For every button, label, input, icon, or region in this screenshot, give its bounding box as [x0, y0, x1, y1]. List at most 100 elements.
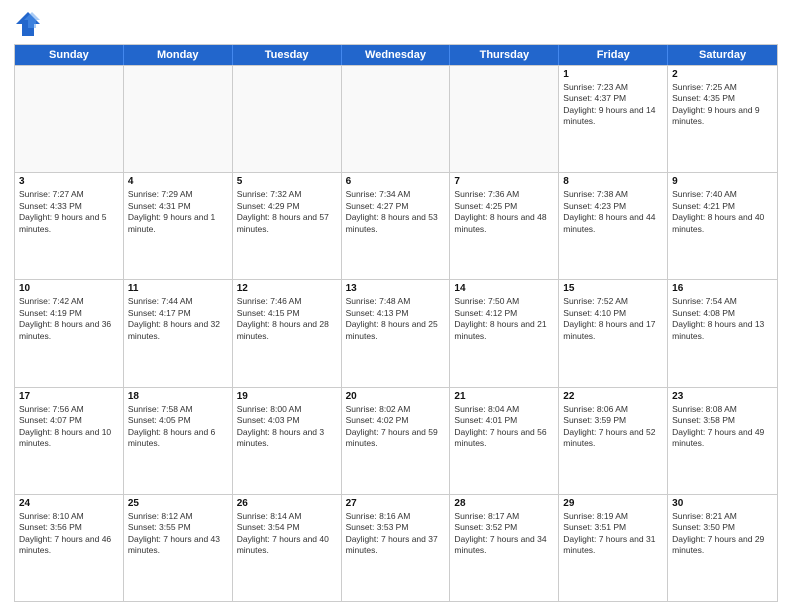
cal-cell-day-9: 9 Sunrise: 7:40 AMSunset: 4:21 PMDaylight… [668, 173, 777, 279]
cal-cell-day-28: 28 Sunrise: 8:17 AMSunset: 3:52 PMDayligh… [450, 495, 559, 601]
cal-cell-day-14: 14Sunrise: 7:50 AMSunset: 4:12 PMDayligh… [450, 280, 559, 386]
day-number: 21 [454, 391, 554, 402]
day-number: 25 [128, 498, 228, 509]
day-number: 19 [237, 391, 337, 402]
day-info: Sunrise: 8:00 AMSunset: 4:03 PMDaylight:… [237, 404, 337, 450]
day-info: Sunrise: 7:42 AMSunset: 4:19 PMDaylight:… [19, 296, 119, 342]
day-info: Sunrise: 8:14 AMSunset: 3:54 PMDaylight:… [237, 511, 337, 557]
cal-week-5: 24Sunrise: 8:10 AMSunset: 3:56 PMDayligh… [15, 494, 777, 601]
cal-cell-day-4: 4 Sunrise: 7:29 AMSunset: 4:31 PMDaylight… [124, 173, 233, 279]
day-number: 17 [19, 391, 119, 402]
cal-header-sunday: Sunday [15, 45, 124, 65]
day-info: Sunrise: 7:36 AMSunset: 4:25 PMDaylight:… [454, 189, 554, 235]
day-info: Sunrise: 8:02 AMSunset: 4:02 PMDaylight:… [346, 404, 446, 450]
cal-cell-day-16: 16 Sunrise: 7:54 AMSunset: 4:08 PMDayligh… [668, 280, 777, 386]
day-info: Sunrise: 8:06 AMSunset: 3:59 PMDaylight:… [563, 404, 663, 450]
cal-cell-day-18: 18 Sunrise: 7:58 AMSunset: 4:05 PMDayligh… [124, 388, 233, 494]
day-info: Sunrise: 7:34 AMSunset: 4:27 PMDaylight:… [346, 189, 446, 235]
day-info: Sunrise: 7:54 AMSunset: 4:08 PMDaylight:… [672, 296, 773, 342]
day-info: Sunrise: 8:08 AMSunset: 3:58 PMDaylight:… [672, 404, 773, 450]
day-info: Sunrise: 8:04 AMSunset: 4:01 PMDaylight:… [454, 404, 554, 450]
cal-cell-day-17: 17 Sunrise: 7:56 AMSunset: 4:07 PMDayligh… [15, 388, 124, 494]
cal-cell-empty [342, 66, 451, 172]
day-number: 2 [672, 69, 773, 80]
cal-cell-day-13: 13Sunrise: 7:48 AMSunset: 4:13 PMDayligh… [342, 280, 451, 386]
day-info: Sunrise: 7:44 AMSunset: 4:17 PMDaylight:… [128, 296, 228, 342]
day-info: Sunrise: 7:50 AMSunset: 4:12 PMDaylight:… [454, 296, 554, 342]
day-number: 7 [454, 176, 554, 187]
day-number: 10 [19, 283, 119, 294]
cal-week-3: 10 Sunrise: 7:42 AMSunset: 4:19 PMDayligh… [15, 279, 777, 386]
day-number: 28 [454, 498, 554, 509]
day-info: Sunrise: 7:32 AMSunset: 4:29 PMDaylight:… [237, 189, 337, 235]
cal-cell-day-20: 20 Sunrise: 8:02 AMSunset: 4:02 PMDayligh… [342, 388, 451, 494]
day-info: Sunrise: 7:56 AMSunset: 4:07 PMDaylight:… [19, 404, 119, 450]
day-number: 22 [563, 391, 663, 402]
cal-cell-day-29: 29Sunrise: 8:19 AMSunset: 3:51 PMDayligh… [559, 495, 668, 601]
page: SundayMondayTuesdayWednesdayThursdayFrid… [0, 0, 792, 612]
day-info: Sunrise: 8:16 AMSunset: 3:53 PMDaylight:… [346, 511, 446, 557]
cal-cell-day-12: 12 Sunrise: 7:46 AMSunset: 4:15 PMDayligh… [233, 280, 342, 386]
cal-cell-day-1: 1Sunrise: 7:23 AMSunset: 4:37 PMDaylight… [559, 66, 668, 172]
day-number: 18 [128, 391, 228, 402]
cal-cell-day-3: 3 Sunrise: 7:27 AMSunset: 4:33 PMDaylight… [15, 173, 124, 279]
day-number: 27 [346, 498, 446, 509]
calendar: SundayMondayTuesdayWednesdayThursdayFrid… [14, 44, 778, 602]
cal-cell-day-21: 21 Sunrise: 8:04 AMSunset: 4:01 PMDayligh… [450, 388, 559, 494]
day-info: Sunrise: 8:12 AMSunset: 3:55 PMDaylight:… [128, 511, 228, 557]
day-info: Sunrise: 7:52 AMSunset: 4:10 PMDaylight:… [563, 296, 663, 342]
cal-cell-day-27: 27 Sunrise: 8:16 AMSunset: 3:53 PMDayligh… [342, 495, 451, 601]
day-info: Sunrise: 7:46 AMSunset: 4:15 PMDaylight:… [237, 296, 337, 342]
cal-cell-day-8: 8Sunrise: 7:38 AMSunset: 4:23 PMDaylight… [559, 173, 668, 279]
day-number: 12 [237, 283, 337, 294]
cal-cell-day-2: 2Sunrise: 7:25 AMSunset: 4:35 PMDaylight… [668, 66, 777, 172]
cal-cell-day-15: 15 Sunrise: 7:52 AMSunset: 4:10 PMDayligh… [559, 280, 668, 386]
calendar-header: SundayMondayTuesdayWednesdayThursdayFrid… [15, 45, 777, 65]
day-number: 15 [563, 283, 663, 294]
cal-cell-empty [15, 66, 124, 172]
day-number: 20 [346, 391, 446, 402]
day-number: 30 [672, 498, 773, 509]
day-number: 23 [672, 391, 773, 402]
cal-cell-day-30: 30Sunrise: 8:21 AMSunset: 3:50 PMDayligh… [668, 495, 777, 601]
day-info: Sunrise: 8:17 AMSunset: 3:52 PMDaylight:… [454, 511, 554, 557]
cal-week-4: 17 Sunrise: 7:56 AMSunset: 4:07 PMDayligh… [15, 387, 777, 494]
day-number: 3 [19, 176, 119, 187]
cal-cell-day-22: 22 Sunrise: 8:06 AMSunset: 3:59 PMDayligh… [559, 388, 668, 494]
cal-cell-day-6: 6 Sunrise: 7:34 AMSunset: 4:27 PMDaylight… [342, 173, 451, 279]
day-info: Sunrise: 7:27 AMSunset: 4:33 PMDaylight:… [19, 189, 119, 235]
cal-header-tuesday: Tuesday [233, 45, 342, 65]
day-number: 16 [672, 283, 773, 294]
cal-week-1: 1Sunrise: 7:23 AMSunset: 4:37 PMDaylight… [15, 65, 777, 172]
cal-cell-day-7: 7 Sunrise: 7:36 AMSunset: 4:25 PMDaylight… [450, 173, 559, 279]
logo-icon [14, 10, 42, 38]
day-number: 1 [563, 69, 663, 80]
header [14, 10, 778, 38]
cal-week-2: 3 Sunrise: 7:27 AMSunset: 4:33 PMDaylight… [15, 172, 777, 279]
day-number: 26 [237, 498, 337, 509]
day-number: 4 [128, 176, 228, 187]
day-number: 9 [672, 176, 773, 187]
logo [14, 10, 46, 38]
cal-cell-empty [233, 66, 342, 172]
day-info: Sunrise: 7:29 AMSunset: 4:31 PMDaylight:… [128, 189, 228, 235]
cal-header-saturday: Saturday [668, 45, 777, 65]
cal-cell-day-10: 10 Sunrise: 7:42 AMSunset: 4:19 PMDayligh… [15, 280, 124, 386]
cal-cell-day-25: 25 Sunrise: 8:12 AMSunset: 3:55 PMDayligh… [124, 495, 233, 601]
day-number: 5 [237, 176, 337, 187]
day-info: Sunrise: 8:19 AMSunset: 3:51 PMDaylight:… [563, 511, 663, 557]
cal-cell-day-19: 19 Sunrise: 8:00 AMSunset: 4:03 PMDayligh… [233, 388, 342, 494]
day-info: Sunrise: 7:40 AMSunset: 4:21 PMDaylight:… [672, 189, 773, 235]
day-info: Sunrise: 7:58 AMSunset: 4:05 PMDaylight:… [128, 404, 228, 450]
cal-header-thursday: Thursday [450, 45, 559, 65]
cal-cell-day-24: 24Sunrise: 8:10 AMSunset: 3:56 PMDayligh… [15, 495, 124, 601]
cal-cell-empty [124, 66, 233, 172]
cal-header-monday: Monday [124, 45, 233, 65]
cal-cell-day-11: 11 Sunrise: 7:44 AMSunset: 4:17 PMDayligh… [124, 280, 233, 386]
cal-cell-day-26: 26 Sunrise: 8:14 AMSunset: 3:54 PMDayligh… [233, 495, 342, 601]
day-info: Sunrise: 7:48 AMSunset: 4:13 PMDaylight:… [346, 296, 446, 342]
cal-cell-day-5: 5 Sunrise: 7:32 AMSunset: 4:29 PMDaylight… [233, 173, 342, 279]
day-number: 11 [128, 283, 228, 294]
day-number: 6 [346, 176, 446, 187]
cal-header-wednesday: Wednesday [342, 45, 451, 65]
